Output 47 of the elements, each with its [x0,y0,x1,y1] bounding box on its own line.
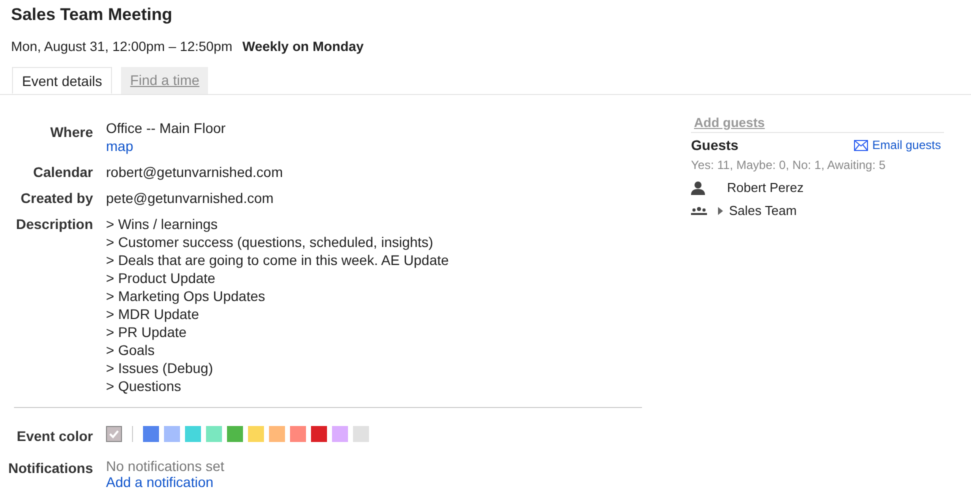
tab[interactable]: Event details [12,67,112,94]
color-swatch[interactable] [290,426,306,442]
map-link[interactable]: map [106,137,134,155]
color-swatch[interactable] [106,426,122,442]
field-label: Notifications [7,459,93,478]
color-swatch[interactable] [248,426,264,442]
color-swatch[interactable] [164,426,180,442]
description-line: > MDR Update [106,305,200,323]
field-label: Event color [16,427,93,445]
guests-heading: Guests [691,137,738,153]
creator-value: pete@getunvarnished.com [106,189,275,207]
color-swatch[interactable] [332,426,348,442]
expand-arrow-icon[interactable] [717,206,723,214]
description-line: > Issues (Debug) [106,359,214,377]
color-swatch[interactable] [269,426,285,442]
guest-name: Robert Perez [727,180,804,195]
description-line: > Goals [106,341,156,359]
description-line: > Marketing Ops Updates [106,287,266,305]
guest-name: Sales Team [729,203,797,218]
event-time: Mon, August 31, 12:00pm – 12:50pm [11,39,232,54]
description-line: > Deals that are going to come in this week. AE Update [106,251,450,269]
field-label: Created by [20,189,93,207]
description-line: > Wins / learnings [106,215,219,233]
person-icon [691,180,705,194]
location: Office -- Main Floor [106,119,227,137]
add-notification-link[interactable]: Add a notification [106,473,214,491]
color-swatch[interactable] [206,426,222,442]
description-line: > Customer success (questions, scheduled, insights) [106,233,434,251]
color-swatch[interactable] [143,426,159,442]
field-label: Calendar [32,163,93,181]
field-label: Where [49,123,93,142]
event-title: Sales Team Meeting [10,5,174,25]
description-line: > Questions [106,377,182,395]
rsvp-summary: Yes: 11, Maybe: 0, No: 1, Awaiting: 5 [691,158,887,172]
envelope-icon [854,140,868,150]
color-swatch[interactable] [311,426,327,442]
color-swatch[interactable] [185,426,201,442]
field-label: Description [14,215,93,234]
notifications-status: No notifications set [106,459,226,473]
color-swatch[interactable] [227,426,243,442]
description-line: > PR Update [106,323,188,341]
calendar-value: robert@getunvarnished.com [106,163,284,181]
color-swatch[interactable] [353,426,369,442]
group-icon [691,206,707,214]
email-guests-link[interactable]: Email guests [854,138,941,152]
description-line: > Product Update [106,269,216,287]
recurrence: Weekly on Monday [242,39,364,54]
